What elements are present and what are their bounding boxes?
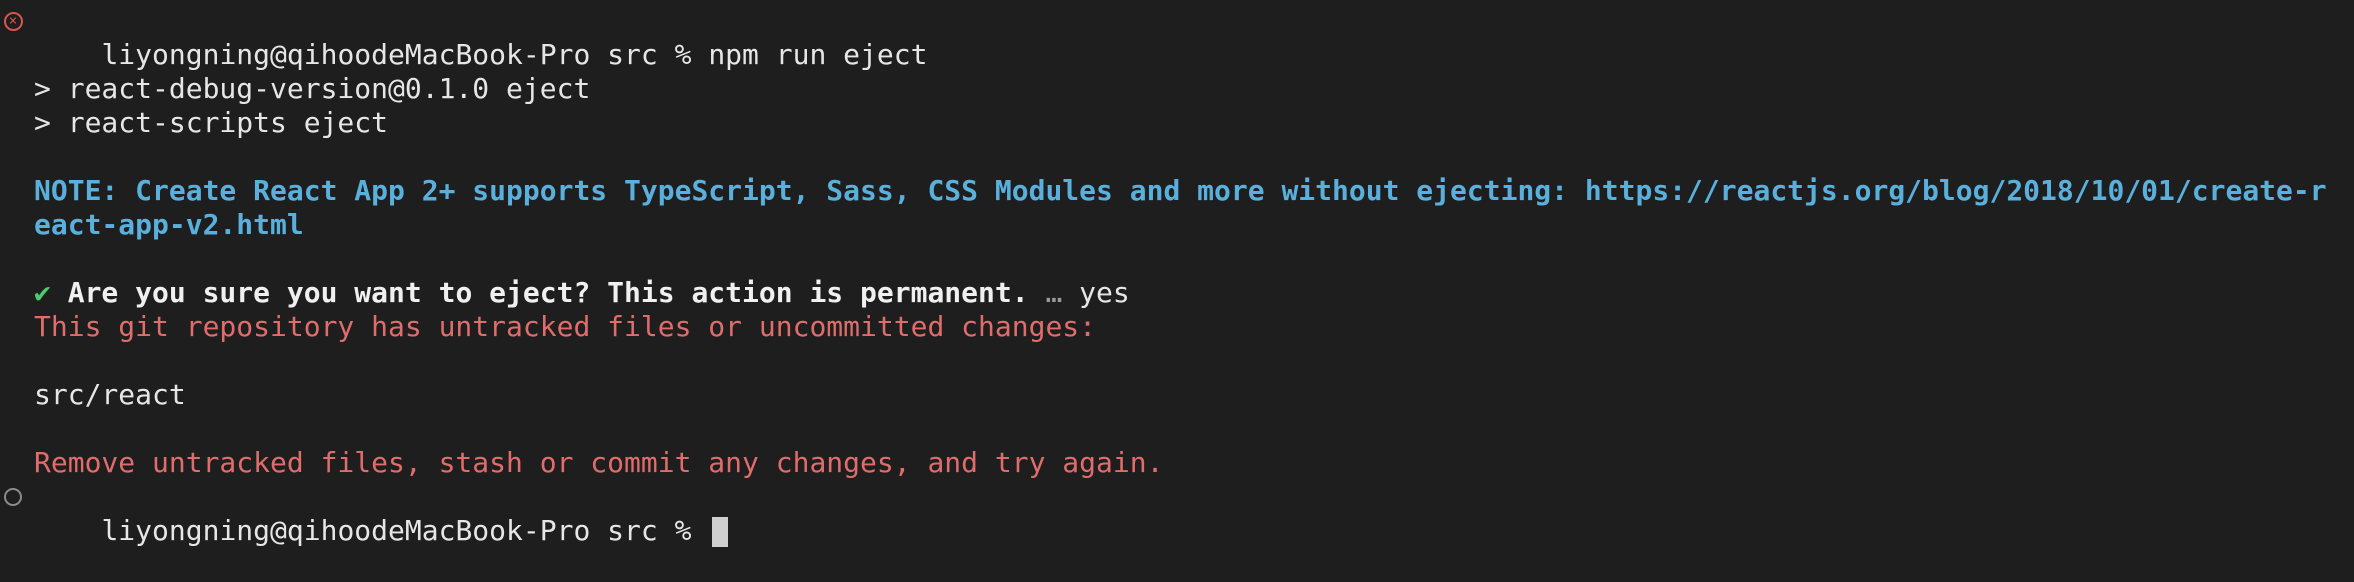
script-output-line: > react-debug-version@0.1.0 eject <box>34 72 591 105</box>
ellipsis: … <box>1045 276 1063 309</box>
git-error-line: This git repository has untracked files … <box>34 310 1097 343</box>
terminal-window[interactable]: × liyongning@qihoodeMacBook-Pro src % np… <box>0 0 2354 547</box>
untracked-path-line: src/react <box>34 378 186 411</box>
confirm-question: Are you sure you want to eject? This act… <box>67 276 1029 309</box>
instruction-line: Remove untracked files, stash or commit … <box>34 446 1164 479</box>
command-status-gutter[interactable]: × <box>0 4 26 38</box>
confirm-line: ✔ Are you sure you want to eject? This a… <box>0 276 2354 310</box>
note-line-continued: eact-app-v2.html <box>34 208 304 241</box>
idle-circle-icon[interactable] <box>4 488 22 506</box>
note-line: NOTE: Create React App 2+ supports TypeS… <box>34 174 2327 207</box>
prompt-line-1: × liyongning@qihoodeMacBook-Pro src % np… <box>0 4 2354 71</box>
prompt-line-2: liyongning@qihoodeMacBook-Pro src % <box>0 480 2354 547</box>
command-status-gutter[interactable] <box>0 480 26 514</box>
error-x-circle-icon[interactable]: × <box>3 11 23 31</box>
text-cursor[interactable] <box>712 517 729 547</box>
check-icon: ✔ <box>34 276 51 309</box>
confirm-answer: yes <box>1079 276 1130 309</box>
script-output-line: > react-scripts eject <box>34 106 389 139</box>
prompt-user-host: liyongning@qihoodeMacBook-Pro src % <box>101 514 709 547</box>
